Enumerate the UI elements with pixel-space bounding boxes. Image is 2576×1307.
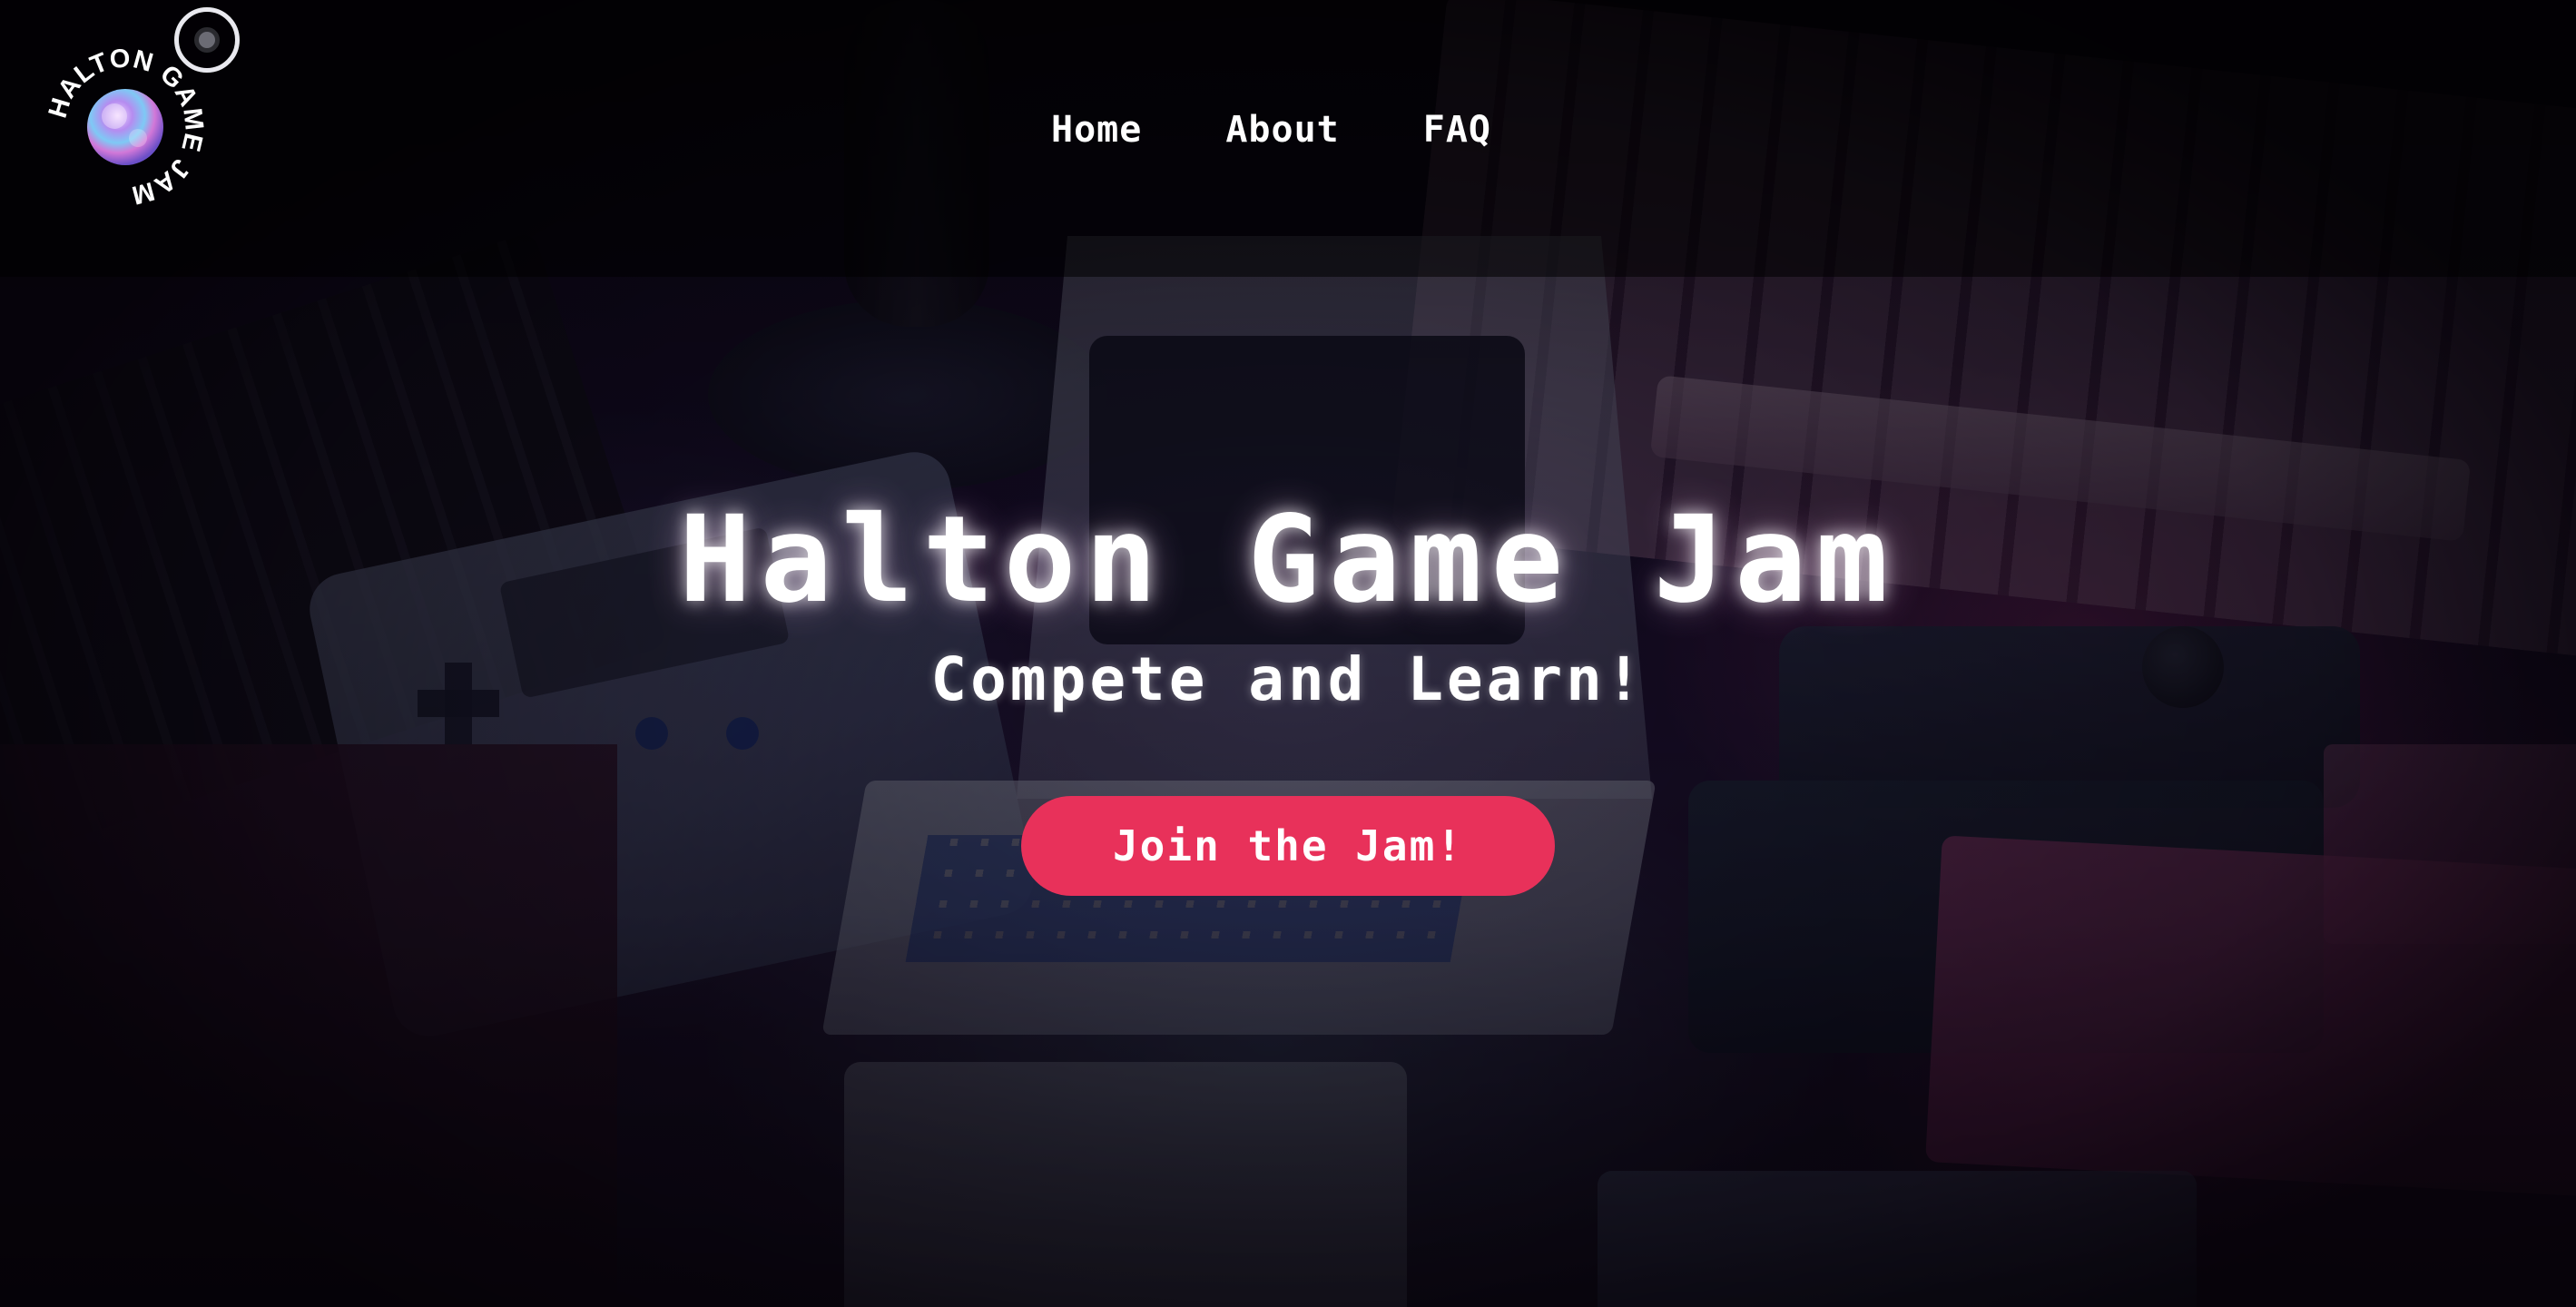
nav-link-about[interactable]: About — [1225, 109, 1339, 151]
join-the-jam-button[interactable]: Join the Jam! — [1021, 796, 1555, 896]
logo-badge-graphic: HALTON GAME JAM — [44, 44, 208, 210]
nav-link-faq[interactable]: FAQ — [1423, 109, 1491, 151]
main-nav: Home About FAQ — [1051, 109, 1491, 151]
hero-subtitle: Compete and Learn! — [930, 644, 1646, 714]
toggle-inner-dot — [194, 27, 220, 53]
page: HALTON GAME JAM Home About FAQ Halton Ga… — [0, 0, 2576, 1307]
nav-link-home[interactable]: Home — [1051, 109, 1142, 151]
hero-section: Halton Game Jam Compete and Learn! Join … — [0, 490, 2576, 896]
site-header: HALTON GAME JAM Home About FAQ — [0, 0, 2576, 277]
circle-toggle-icon[interactable] — [174, 7, 240, 73]
halton-game-jam-badge-logo[interactable]: HALTON GAME JAM — [44, 44, 208, 210]
logo-holo-disc — [87, 89, 163, 165]
hero-title: Halton Game Jam — [678, 490, 1898, 630]
